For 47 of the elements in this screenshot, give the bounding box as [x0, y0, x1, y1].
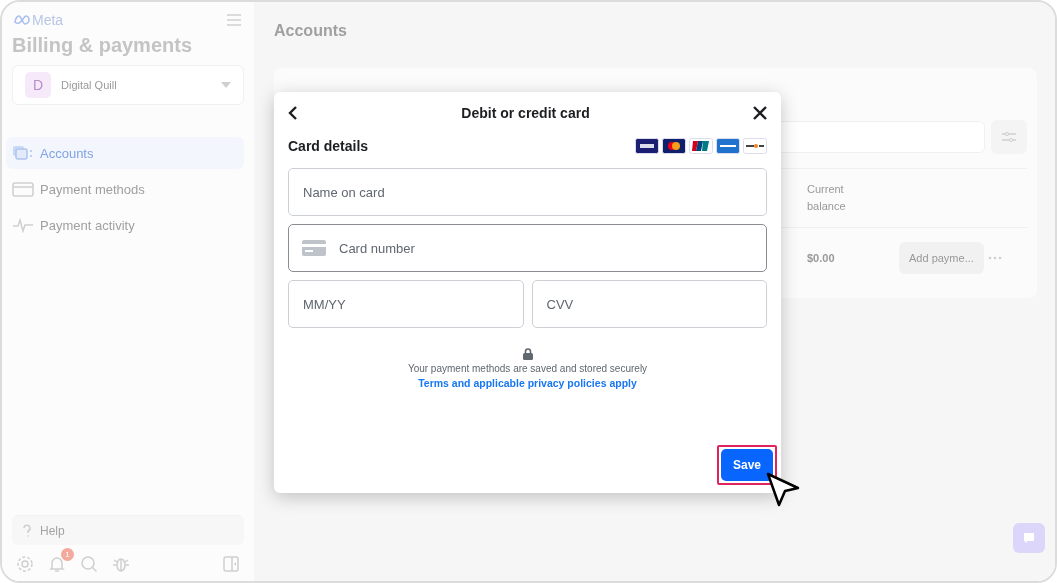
more-icon[interactable]: [987, 256, 1002, 260]
input-field[interactable]: Name on card: [288, 168, 767, 216]
account-selector[interactable]: D Digital Quill: [12, 65, 244, 105]
stacked-squares-icon: [12, 145, 34, 161]
chat-icon: [1023, 532, 1035, 544]
settings-icon[interactable]: [16, 555, 34, 573]
add-payment-button[interactable]: Add payme...: [899, 242, 984, 274]
credit-card-icon: [12, 181, 34, 197]
search-icon[interactable]: [80, 555, 98, 573]
bell-icon[interactable]: [48, 555, 66, 573]
nav-item[interactable]: Payment methods: [6, 173, 244, 205]
nav-item[interactable]: Accounts: [6, 137, 244, 169]
card-brand-icon: [662, 138, 686, 154]
dialog-title: Debit or credit card: [461, 105, 590, 121]
help-item[interactable]: Help: [12, 515, 244, 545]
nav-item[interactable]: Payment activity: [6, 209, 244, 241]
section-heading: Card details: [288, 138, 369, 154]
meta-logo: Meta: [14, 12, 64, 28]
credit-card-icon: [302, 240, 326, 256]
card-brand-icon: [635, 138, 659, 154]
terms-link[interactable]: Terms and applicable privacy policies apply: [418, 377, 637, 389]
caret-icon: [221, 82, 231, 88]
filter-button[interactable]: [991, 120, 1027, 154]
input-field[interactable]: Card number: [288, 224, 767, 272]
input-field[interactable]: MM/YY: [288, 280, 524, 328]
card-brand-icon: [689, 138, 713, 154]
card-brand-icon: [743, 138, 767, 154]
sliders-icon: [1001, 131, 1017, 143]
input-field[interactable]: CVV: [531, 280, 767, 328]
menu-icon[interactable]: [226, 13, 242, 27]
notification-badge: 1: [61, 548, 74, 561]
chat-button[interactable]: [1013, 523, 1045, 553]
lock-icon: [522, 348, 533, 360]
account-avatar: D: [25, 72, 51, 98]
back-icon[interactable]: [288, 106, 298, 120]
question-icon: [22, 523, 32, 538]
security-note: Your payment methods are saved and stored securely: [407, 363, 648, 374]
close-icon[interactable]: [753, 106, 767, 120]
bug-icon[interactable]: [112, 555, 130, 573]
panel-icon[interactable]: [222, 555, 240, 573]
card-brand-icon: [716, 138, 740, 154]
page-title: Billing & payments: [12, 34, 194, 57]
column-header: Current balance: [807, 182, 847, 214]
table-cell-text: $0.00: [807, 252, 836, 264]
save-button[interactable]: Save: [720, 449, 773, 481]
pulse-icon: [12, 217, 34, 233]
section-title: Accounts: [274, 22, 348, 40]
